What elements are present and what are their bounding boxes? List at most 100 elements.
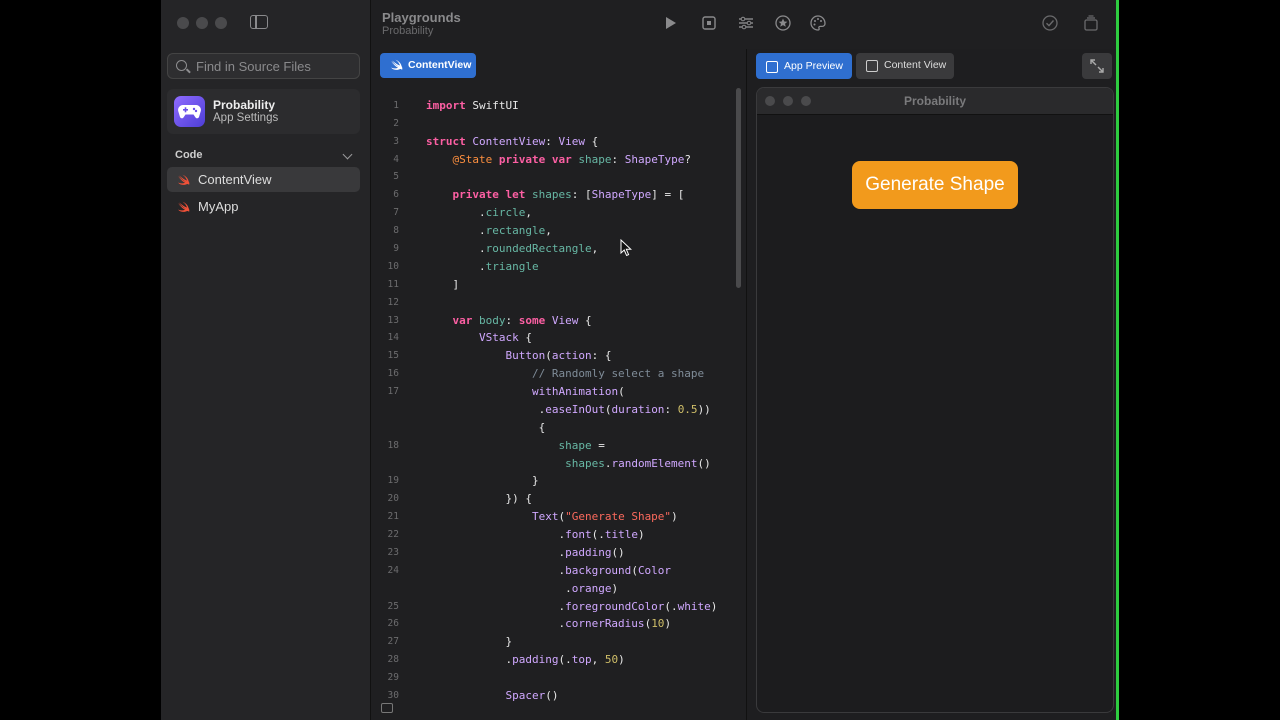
code-line: .cornerRadius(10) <box>426 617 672 630</box>
line-number: 28 <box>387 654 399 665</box>
tab-label: Content View <box>884 59 947 71</box>
line-number: 18 <box>387 440 399 451</box>
line-number: 12 <box>387 297 399 308</box>
line-number: 4 <box>393 154 399 165</box>
line-number: 23 <box>387 547 399 558</box>
minimize-window-button[interactable] <box>196 17 208 29</box>
game-controller-icon <box>174 96 205 127</box>
run-play-icon[interactable] <box>662 15 678 31</box>
preview-pane: App Preview Content View Probability Gen… <box>746 49 1119 720</box>
code-line: Text("Generate Shape") <box>531 510 678 523</box>
line-number: 29 <box>387 672 399 683</box>
search-field[interactable] <box>167 53 360 79</box>
tab-contentview[interactable]: ContentView <box>380 53 476 78</box>
line-number: 25 <box>387 601 399 612</box>
search-icon <box>176 60 187 71</box>
search-input[interactable] <box>196 58 356 74</box>
line-number: 24 <box>387 565 399 576</box>
swift-icon <box>391 59 403 70</box>
line-number: 21 <box>387 511 399 522</box>
stop-icon[interactable] <box>701 15 717 31</box>
code-line: import SwiftUI <box>426 99 519 112</box>
code-line: Spacer() <box>505 689 559 702</box>
generate-shape-button[interactable]: Generate Shape <box>852 161 1018 209</box>
code-line: VStack { <box>478 331 532 344</box>
line-number: 17 <box>387 386 399 397</box>
library-icon[interactable] <box>1083 15 1099 31</box>
code-line: }) { <box>426 492 532 505</box>
tab-label: ContentView <box>408 59 472 71</box>
line-number: 14 <box>387 332 399 343</box>
app-settings-label: App Settings <box>213 112 279 124</box>
window-subtitle: Probability <box>382 25 434 37</box>
checkmark-circle-icon[interactable] <box>1042 15 1058 31</box>
line-number: 30 <box>387 690 399 701</box>
code-line: .padding() <box>426 546 625 559</box>
tab-app-preview[interactable]: App Preview <box>756 53 852 79</box>
line-number: 9 <box>393 243 399 254</box>
line-number: 15 <box>387 350 399 361</box>
file-item-myapp[interactable]: MyApp <box>167 194 360 219</box>
zoom-window-button[interactable] <box>215 17 227 29</box>
code-line: // Randomly select a shape <box>531 367 705 380</box>
tab-content-view[interactable]: Content View <box>856 53 954 79</box>
sidebar: Probability App Settings Code ContentVie… <box>161 0 371 720</box>
file-label: ContentView <box>198 172 272 187</box>
code-line: .font(.title) <box>426 528 645 541</box>
console-icon[interactable] <box>381 703 393 713</box>
code-editor: Playgrounds Probability ContentView 1 2 … <box>371 0 745 720</box>
line-number: 19 <box>387 475 399 486</box>
window-title: Playgrounds <box>382 10 461 25</box>
code-line: withAnimation( <box>531 385 625 398</box>
palette-icon[interactable] <box>810 15 826 31</box>
line-number: 20 <box>387 493 399 504</box>
line-number: 11 <box>387 279 399 290</box>
line-number: 3 <box>393 136 399 147</box>
preview-window: Probability Generate Shape <box>756 87 1114 713</box>
code-line: struct ContentView: View { <box>426 135 599 148</box>
file-item-contentview[interactable]: ContentView <box>167 167 360 192</box>
code-line: @State private var shape: ShapeType? <box>452 153 691 166</box>
code-line: shapes.randomElement() <box>565 457 711 470</box>
sliders-icon[interactable] <box>738 15 754 31</box>
code-line: var body: some View { <box>452 314 592 327</box>
code-line: .easeInOut(duration: 0.5)) <box>426 403 711 416</box>
app-name: Probability <box>213 98 276 112</box>
mouse-cursor-icon <box>620 239 632 257</box>
code-line: .rectangle, <box>426 224 552 237</box>
code-line: Button(action: { <box>505 349 612 362</box>
expand-preview-button[interactable] <box>1082 53 1112 79</box>
line-number: 16 <box>387 368 399 379</box>
file-label: MyApp <box>198 199 239 214</box>
code-line: ] <box>426 278 460 291</box>
code-line: private let shapes: [ShapeType] = [ <box>452 188 685 201</box>
code-line: } <box>426 635 513 648</box>
star-icon[interactable] <box>775 15 791 31</box>
close-window-button[interactable] <box>177 17 189 29</box>
tab-label: App Preview <box>784 60 843 72</box>
code-line: .orange) <box>426 582 619 595</box>
preview-window-title: Probability <box>903 94 966 108</box>
code-line: { <box>426 421 546 434</box>
line-number: 5 <box>393 171 399 182</box>
code-line: .padding(.top, 50) <box>426 653 625 666</box>
line-number: 10 <box>387 261 399 272</box>
swift-icon <box>178 201 190 212</box>
line-number: 2 <box>393 118 399 129</box>
code-line: .triangle <box>426 260 539 273</box>
line-number: 8 <box>393 225 399 236</box>
editor-scrollbar[interactable] <box>736 88 741 288</box>
line-number: 26 <box>387 618 399 629</box>
playgrounds-window: Probability App Settings Code ContentVie… <box>161 0 1119 720</box>
chevron-down-icon[interactable] <box>342 149 353 160</box>
line-number: 27 <box>387 636 399 647</box>
app-icon <box>766 61 778 73</box>
window-edge <box>1116 0 1119 720</box>
code-line: } <box>426 474 539 487</box>
code-section-header: Code <box>175 149 203 161</box>
app-settings-item[interactable]: Probability App Settings <box>167 89 360 134</box>
line-number: 6 <box>393 189 399 200</box>
sidebar-toggle-icon[interactable] <box>250 15 268 29</box>
window-icon <box>866 60 878 72</box>
code-line: shape = <box>558 439 605 452</box>
